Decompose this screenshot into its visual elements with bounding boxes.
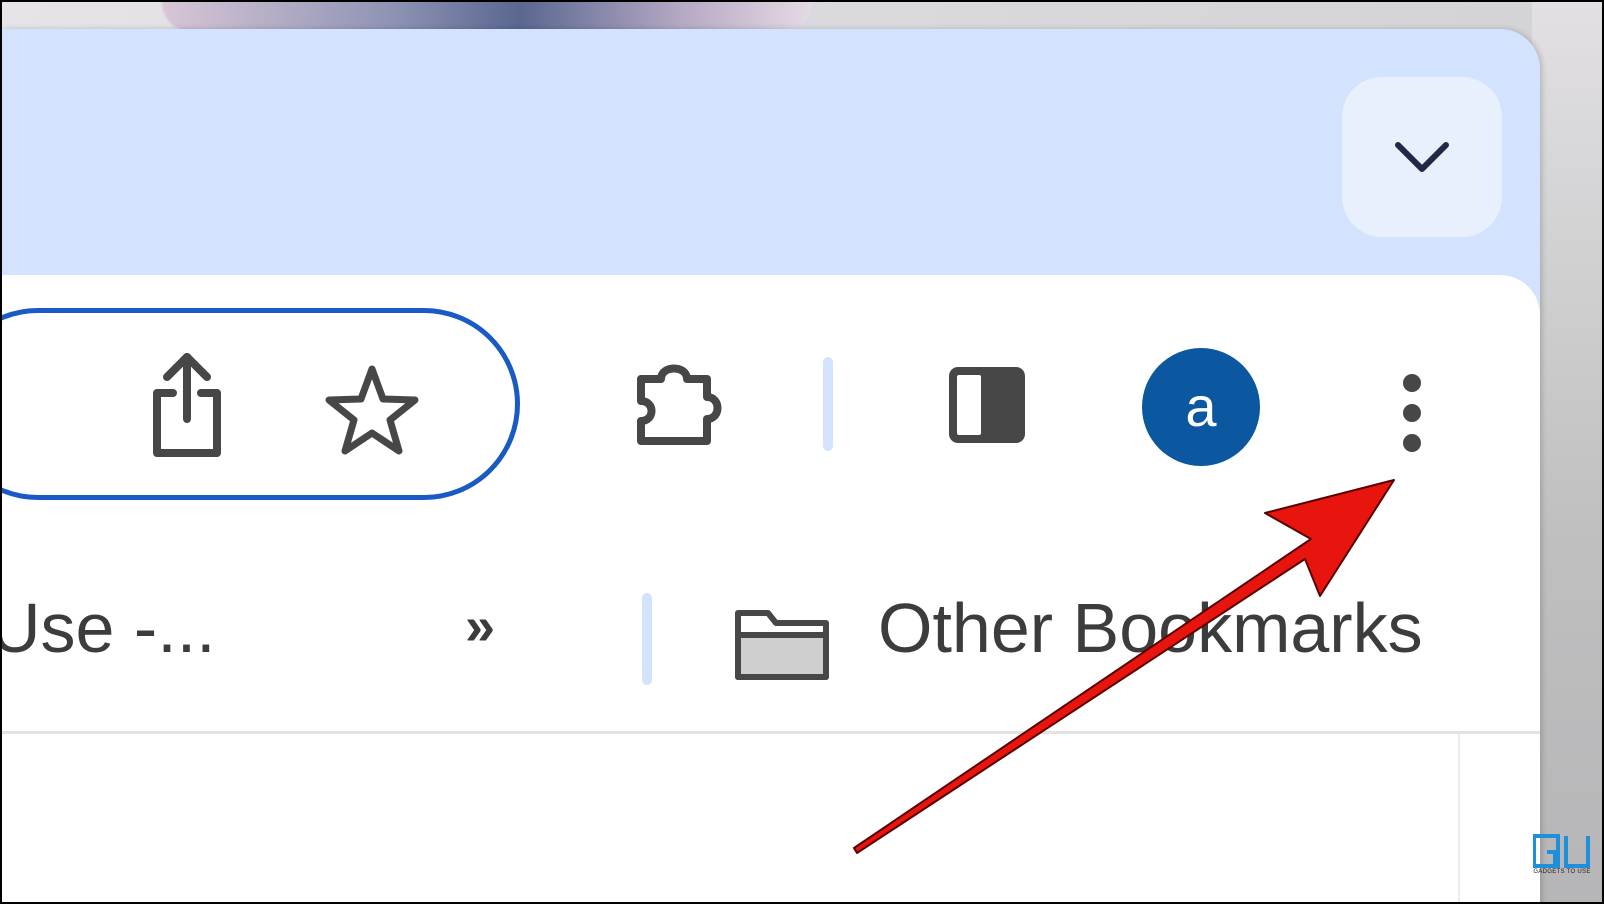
- bookmark-star-button[interactable]: [322, 359, 422, 459]
- toolbar: a Use -... » Other Bookmarks: [2, 275, 1540, 902]
- page-content: [2, 734, 1540, 902]
- wallpaper-edge: [1532, 2, 1602, 902]
- browser-window: a Use -... » Other Bookmarks: [2, 29, 1540, 902]
- avatar-letter: a: [1185, 375, 1217, 438]
- tab-search-button[interactable]: [1342, 77, 1502, 237]
- share-icon: [153, 353, 221, 457]
- bookmarks-overflow-button[interactable]: »: [465, 599, 495, 653]
- bookmarks-separator: [642, 593, 652, 685]
- gadgets-to-use-logo: [1533, 834, 1590, 868]
- star-icon: [325, 365, 419, 455]
- extensions-button[interactable]: [624, 350, 729, 455]
- bookmarks-bar: Use -... » Other Bookmarks: [2, 567, 1540, 685]
- other-bookmarks-folder[interactable]: [734, 603, 830, 683]
- other-bookmarks-label[interactable]: Other Bookmarks: [878, 593, 1423, 663]
- screenshot-frame: a Use -... » Other Bookmarks GADGETS TO …: [0, 0, 1604, 904]
- folder-icon: [735, 610, 829, 680]
- content-scroll-edge: [1458, 734, 1460, 902]
- puzzle-icon: [636, 364, 721, 445]
- tab-strip: [2, 29, 1540, 275]
- chevron-down-icon: [1395, 142, 1449, 172]
- watermark-logo: GADGETS TO USE: [1530, 834, 1594, 880]
- wallpaper-art: [162, 2, 812, 32]
- chrome-menu-button[interactable]: [1382, 358, 1442, 468]
- profile-avatar[interactable]: a: [1142, 348, 1260, 466]
- side-panel-button[interactable]: [942, 360, 1032, 450]
- side-panel-icon: [949, 367, 1025, 443]
- share-button[interactable]: [142, 345, 232, 465]
- address-bar[interactable]: [2, 308, 520, 500]
- watermark-tagline: GADGETS TO USE: [1533, 869, 1591, 875]
- bookmark-item[interactable]: Use -...: [2, 593, 216, 663]
- vertical-dots-icon: [1403, 374, 1421, 452]
- toolbar-separator: [823, 357, 833, 451]
